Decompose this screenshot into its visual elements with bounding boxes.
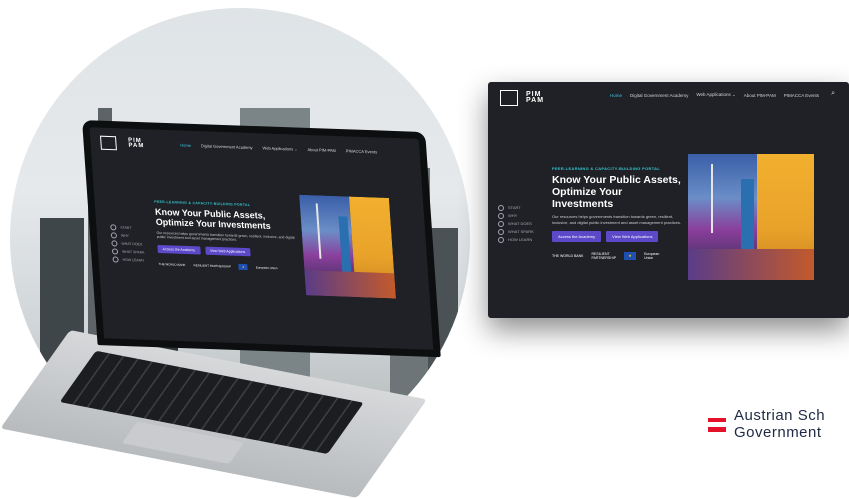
nav-web-apps[interactable]: Web Applications ⌄ [696,92,735,98]
step-item[interactable]: WHAT SPARK [498,228,534,236]
footer-brand: Austrian Sch Government [708,407,826,441]
brand-line1: Austrian Sch [734,407,826,424]
hero-headline: Know Your Public Assets, Optimize Your In… [154,206,272,232]
site-steps: START WHY WHAT DOES WHAT SPARK HOW LEARN [498,204,534,244]
laptop-hero: PEER-LEARNING & CAPACITY-BUILDING PORTAL… [154,200,298,272]
hero-headline: Know Your Public Assets, Optimize Your In… [552,174,681,211]
eu-flag-icon: ★ [238,263,249,271]
step-item[interactable]: HOW LEARN [112,255,145,264]
eu-label: European Union [644,251,660,260]
logo-icon[interactable] [100,135,117,151]
hero-kicker: PEER-LEARNING & CAPACITY-BUILDING PORTAL [552,166,661,171]
site-nav: Home Digital Government Academy Web Appl… [610,92,819,98]
nav-home[interactable]: Home [180,142,191,147]
nav-home[interactable]: Home [610,93,622,98]
view-web-apps-button[interactable]: View Web Applications [204,246,251,257]
website-screenshot: PIM PAM Home Digital Government Academy W… [488,82,849,318]
site-hero: PEER-LEARNING & CAPACITY-BUILDING PORTAL… [552,166,682,260]
eu-flag-icon: ★ [624,251,637,260]
laptop-screen: PIM PAM Home Digital Government Academy W… [82,120,441,358]
partnership-logo: RESILIENT PARTNERSHIP [591,251,617,260]
worldbank-logo: THE WORLD BANK [158,262,186,268]
laptop-nav: PIM PAM [100,135,145,152]
austria-flag-icon [708,417,726,432]
eu-label: European Union [255,265,278,271]
view-web-apps-button[interactable]: View Web Applications [606,230,659,242]
logo-text: PAM [128,142,145,150]
step-item[interactable]: START [498,204,534,212]
laptop-steps: START WHY WHAT DOES WHAT SPARK HOW LEARN [110,223,145,264]
hero-artwork [688,154,814,280]
nav-events[interactable]: PIMACCA Events [346,148,378,154]
logo-icon[interactable] [500,90,518,106]
brand-line2: Government [734,423,822,441]
partnership-logo: RESILIENT PARTNERSHIP [193,263,232,269]
step-item[interactable]: WHY [498,212,534,220]
access-academy-button[interactable]: Access the Academy [157,245,201,255]
nav-web-apps[interactable]: Web Applications ⌄ [262,145,297,151]
logo-text: PAM [526,97,545,104]
laptop-site: PIM PAM Home Digital Government Academy W… [89,127,434,350]
step-item[interactable]: HOW LEARN [498,236,534,244]
nav-about[interactable]: About PIM-PAM [307,147,336,153]
nav-events[interactable]: PIMACCA Events [784,93,819,98]
partner-logos: THE WORLD BANK RESILIENT PARTNERSHIP ★ E… [158,261,298,272]
search-icon[interactable]: ⌕ [831,90,835,98]
laptop-nav-links: Home Digital Government Academy Web Appl… [180,142,377,154]
nav-academy[interactable]: Digital Government Academy [630,93,688,98]
nav-about[interactable]: About PIM-PAM [744,93,776,98]
hero-description: Our resources helps governments transiti… [156,230,295,243]
hero-description: Our resources helps governments transiti… [552,214,681,225]
step-item[interactable]: WHAT DOES [498,220,534,228]
hero-artwork [299,194,396,299]
nav-academy[interactable]: Digital Government Academy [201,143,253,150]
site-header-logo: PIM PAM [500,90,544,106]
partner-logos: THE WORLD BANK RESILIENT PARTNERSHIP ★ Eu… [552,251,682,260]
worldbank-logo: THE WORLD BANK [552,253,584,258]
access-academy-button[interactable]: Access the Academy [552,230,602,242]
